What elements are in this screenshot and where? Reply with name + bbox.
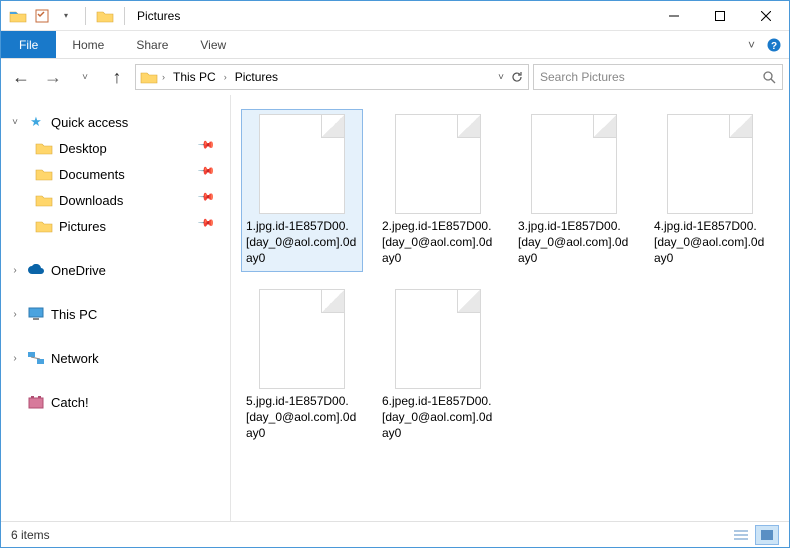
file-item[interactable]: 4.jpg.id-1E857D00.[day_0@aol.com].0day0 [649,109,771,272]
title-bar: ▾ Pictures [1,1,789,31]
svg-text:?: ? [771,41,777,52]
address-bar[interactable]: › This PC › Pictures ˅ [135,64,529,90]
nav-label: Downloads [59,193,123,208]
status-text: 6 items [11,528,50,542]
search-icon[interactable] [762,70,776,84]
file-icon [531,114,617,214]
tab-file[interactable]: File [1,31,56,58]
folder-icon [35,165,53,183]
back-button[interactable]: ← [7,63,35,91]
tab-view[interactable]: View [184,31,242,58]
pin-icon: 📌 [197,213,223,239]
minimize-button[interactable] [651,1,697,31]
icons-view-button[interactable] [755,525,779,545]
nav-label: Pictures [59,219,106,234]
nav-network[interactable]: › Network [7,345,224,371]
address-bar-row: ← → ˅ ↑ › This PC › Pictures ˅ [1,59,789,95]
nav-label: Documents [59,167,125,182]
navigation-pane: ˅ ★ Quick access Desktop 📌 Documents 📌 D… [1,95,231,521]
qat-properties-icon[interactable] [31,5,53,27]
expand-ribbon-icon[interactable]: ˅ [748,38,755,52]
pin-icon: 📌 [197,135,223,161]
file-name: 3.jpg.id-1E857D00.[day_0@aol.com].0day0 [518,218,630,267]
chevron-right-icon[interactable]: › [222,72,229,82]
qat-dropdown-icon[interactable]: ▾ [55,5,77,27]
explorer-icon [7,5,29,27]
chevron-right-icon[interactable]: › [160,72,167,82]
computer-icon [27,305,45,323]
nav-label: OneDrive [51,263,106,278]
file-item[interactable]: 6.jpeg.id-1E857D00.[day_0@aol.com].0day0 [377,284,499,447]
nav-label: This PC [51,307,97,322]
file-icon [259,114,345,214]
tab-share[interactable]: Share [120,31,184,58]
network-icon [27,349,45,367]
search-input[interactable] [540,70,762,84]
nav-label: Network [51,351,99,366]
file-icon [395,114,481,214]
nav-label: Desktop [59,141,107,156]
breadcrumb-segment[interactable]: Pictures [231,70,282,84]
address-dropdown-icon[interactable]: ˅ [498,72,504,83]
file-name: 5.jpg.id-1E857D00.[day_0@aol.com].0day0 [246,393,358,442]
onedrive-icon [27,261,45,279]
nav-pictures[interactable]: Pictures 📌 [7,213,224,239]
refresh-icon[interactable] [510,70,524,84]
nav-documents[interactable]: Documents 📌 [7,161,224,187]
file-item[interactable]: 5.jpg.id-1E857D00.[day_0@aol.com].0day0 [241,284,363,447]
file-item[interactable]: 1.jpg.id-1E857D00.[day_0@aol.com].0day0 [241,109,363,272]
nav-catch[interactable]: › Catch! [7,389,224,415]
maximize-button[interactable] [697,1,743,31]
file-icon [259,289,345,389]
nav-onedrive[interactable]: › OneDrive [7,257,224,283]
folder-icon [35,217,53,235]
content-area[interactable]: 1.jpg.id-1E857D00.[day_0@aol.com].0day0 … [231,95,789,521]
file-icon [667,114,753,214]
star-icon: ★ [27,113,45,131]
search-box[interactable] [533,64,783,90]
catch-icon [27,393,45,411]
details-view-button[interactable] [729,525,753,545]
up-button[interactable]: ↑ [103,63,131,91]
pin-icon: 📌 [197,161,223,187]
chevron-right-icon[interactable]: › [9,353,21,364]
file-name: 4.jpg.id-1E857D00.[day_0@aol.com].0day0 [654,218,766,267]
ribbon: File Home Share View ˅ ? [1,31,789,59]
file-list: 1.jpg.id-1E857D00.[day_0@aol.com].0day0 … [241,109,779,446]
nav-desktop[interactable]: Desktop 📌 [7,135,224,161]
chevron-right-icon[interactable]: › [9,309,21,320]
chevron-right-icon[interactable]: › [9,265,21,276]
file-item[interactable]: 3.jpg.id-1E857D00.[day_0@aol.com].0day0 [513,109,635,272]
nav-label: Catch! [51,395,89,410]
folder-icon [140,68,158,86]
file-name: 1.jpg.id-1E857D00.[day_0@aol.com].0day0 [246,218,358,267]
nav-this-pc[interactable]: › This PC [7,301,224,327]
folder-icon [35,139,53,157]
file-name: 6.jpeg.id-1E857D00.[day_0@aol.com].0day0 [382,393,494,442]
chevron-down-icon[interactable]: ˅ [9,117,21,128]
folder-icon [35,191,53,209]
status-bar: 6 items [1,521,789,547]
pin-icon: 📌 [197,187,223,213]
recent-locations-dropdown[interactable]: ˅ [71,63,99,91]
folder-icon [94,5,116,27]
breadcrumb-segment[interactable]: This PC [169,70,220,84]
file-icon [395,289,481,389]
nav-downloads[interactable]: Downloads 📌 [7,187,224,213]
nav-label: Quick access [51,115,128,130]
window-title: Pictures [137,9,180,23]
nav-quick-access[interactable]: ˅ ★ Quick access [7,109,224,135]
tab-home[interactable]: Home [56,31,120,58]
help-icon[interactable]: ? [767,38,781,52]
forward-button[interactable]: → [39,63,67,91]
file-item[interactable]: 2.jpeg.id-1E857D00.[day_0@aol.com].0day0 [377,109,499,272]
file-name: 2.jpeg.id-1E857D00.[day_0@aol.com].0day0 [382,218,494,267]
close-button[interactable] [743,1,789,31]
